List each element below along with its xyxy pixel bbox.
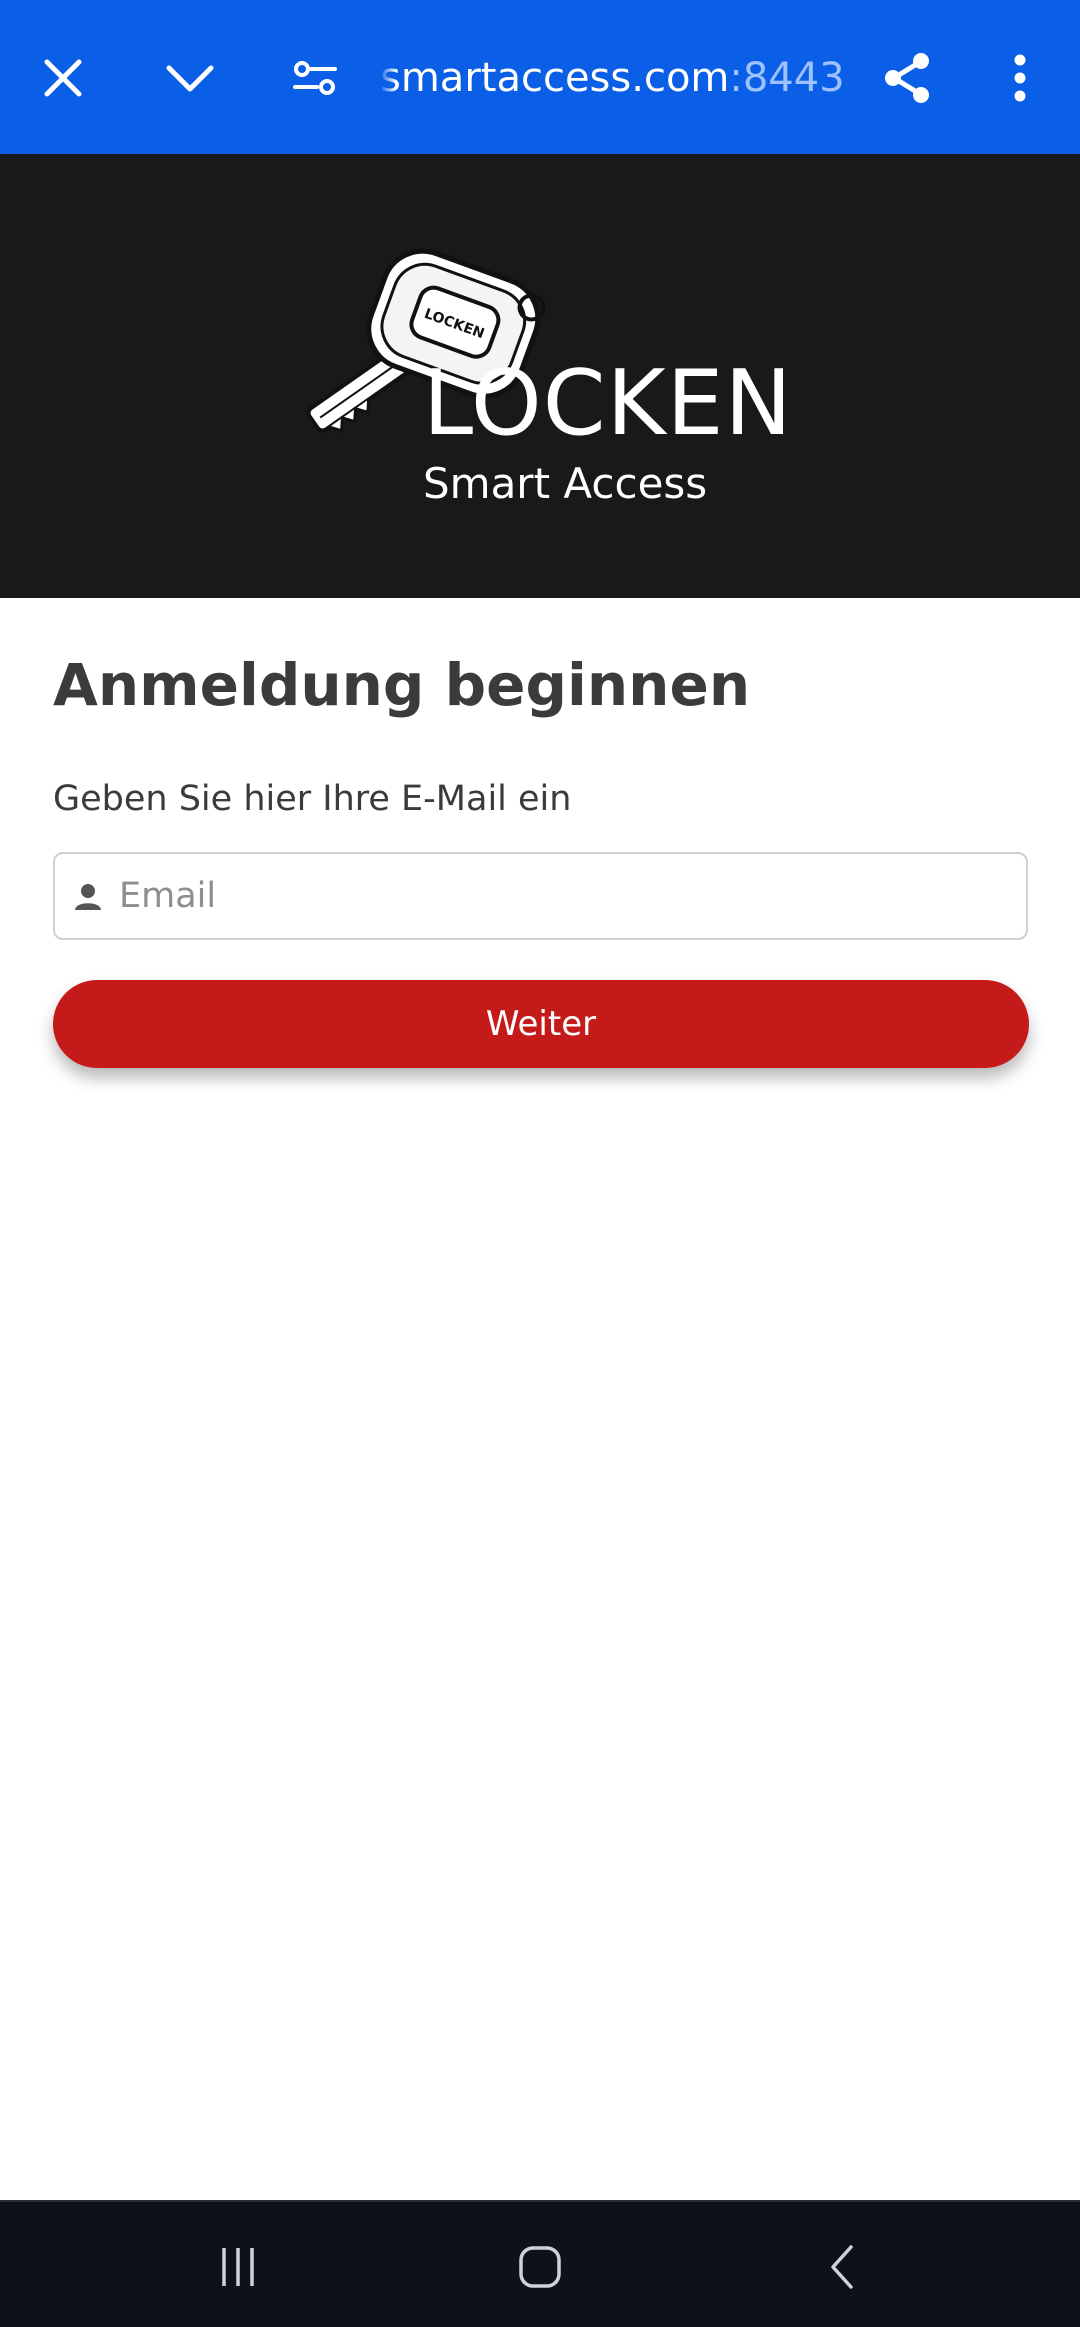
url-host: smartaccess.com <box>380 55 730 101</box>
recent-apps-icon[interactable] <box>198 2232 278 2302</box>
email-field[interactable] <box>53 852 1028 940</box>
email-input[interactable] <box>119 864 999 928</box>
chevron-down-icon[interactable] <box>154 42 226 114</box>
page-title: Anmeldung beginnen <box>53 651 751 719</box>
more-vert-icon[interactable] <box>984 42 1056 114</box>
home-icon[interactable] <box>500 2232 580 2302</box>
back-icon[interactable] <box>802 2232 882 2302</box>
person-icon <box>73 882 103 917</box>
url-port: :8443 <box>729 55 845 101</box>
continue-button[interactable]: Weiter <box>53 980 1029 1068</box>
brand-tagline: Smart Access <box>423 459 708 508</box>
email-instruction: Geben Sie hier Ihre E-Mail ein <box>53 779 572 819</box>
browser-toolbar: smartaccess.com:8443 <box>0 0 1080 154</box>
brand-name: LOCKEN <box>423 351 793 456</box>
system-nav-bar <box>0 2200 1080 2327</box>
address-bar[interactable]: smartaccess.com:8443 <box>380 48 850 108</box>
site-settings-icon[interactable] <box>279 42 351 114</box>
brand-header: LOCKEN LOCKEN Smart Access <box>0 154 1080 598</box>
close-icon[interactable] <box>27 42 99 114</box>
share-icon[interactable] <box>871 42 943 114</box>
